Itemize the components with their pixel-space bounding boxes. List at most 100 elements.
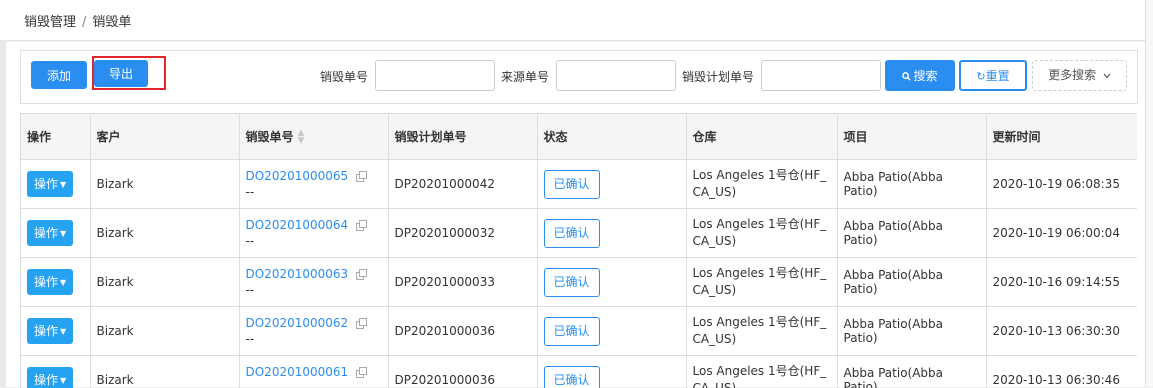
action-dropdown-button[interactable]: 操作▼	[27, 318, 73, 344]
table-row: 操作▼ Bizark DO20201000061-- DP20201000036…	[21, 356, 1137, 388]
cell-project: Abba Patio(Abba Patio)	[837, 258, 986, 307]
cell-project: Abba Patio(Abba Patio)	[837, 160, 986, 209]
table-header-row: 操作 客户 销毁单号▲▼ 销毁计划单号 状态 仓库 项目 更新时间	[21, 114, 1137, 160]
table-row: 操作▼ Bizark DO20201000065-- DP20201000042…	[21, 160, 1137, 209]
table-row: 操作▼ Bizark DO20201000062 -- DP20201000036…	[21, 307, 1137, 356]
cell-plan-no: DP20201000036	[388, 307, 537, 356]
add-button[interactable]: 添加	[31, 61, 87, 89]
data-table: 操作 客户 销毁单号▲▼ 销毁计划单号 状态 仓库 项目 更新时间 操作▼ Bi…	[20, 113, 1137, 388]
status-badge[interactable]: 已确认	[544, 317, 600, 346]
header-updated: 更新时间	[986, 114, 1137, 160]
cell-order-no: DO20201000064 --	[239, 209, 388, 258]
action-dropdown-button[interactable]: 操作▼	[27, 220, 73, 246]
cell-order-no: DO20201000065 --	[239, 160, 388, 209]
cell-action: 操作▼	[21, 258, 90, 307]
action-dropdown-button[interactable]: 操作▼	[27, 171, 73, 197]
cell-updated: 2020-10-13 06:30:46	[986, 356, 1137, 388]
action-dropdown-button[interactable]: 操作▼	[27, 367, 73, 388]
sort-icon[interactable]: ▲▼	[298, 129, 305, 145]
filter-source-no-label: 来源单号	[501, 68, 549, 85]
status-badge[interactable]: 已确认	[544, 219, 600, 248]
order-no-link[interactable]: DO20201000062	[246, 316, 349, 330]
more-search-button[interactable]: 更多搜索	[1032, 60, 1127, 91]
cell-updated: 2020-10-19 06:08:35	[986, 160, 1137, 209]
order-sub-text: --	[246, 185, 382, 199]
cell-plan-no: DP20201000036	[388, 356, 537, 388]
order-no-input[interactable]	[375, 60, 495, 91]
action-dropdown-button[interactable]: 操作▼	[27, 269, 73, 295]
cell-action: 操作▼	[21, 307, 90, 356]
breadcrumb-separator: /	[82, 15, 86, 30]
filter-order-no-label: 销毁单号	[320, 68, 368, 85]
main-panel: 添加 导出 销毁单号 来源单号 销毁计划单号 搜索 ↻重置 更多搜索 操作	[6, 42, 1145, 387]
source-no-input[interactable]	[556, 60, 676, 91]
cell-action: 操作▼	[21, 160, 90, 209]
table-row: 操作▼ Bizark DO20201000064-- DP20201000032…	[21, 209, 1137, 258]
breadcrumb: 销毁管理 / 销毁单	[24, 11, 131, 30]
table-row: 操作▼ Bizark DO20201000063 -- DP20201000033…	[21, 258, 1137, 307]
order-sub-text: --	[246, 283, 382, 297]
refresh-icon: ↻	[976, 70, 985, 83]
header-order-no-label: 销毁单号	[246, 130, 294, 144]
cell-status: 已确认	[537, 258, 686, 307]
cell-order-no: DO20201000061--	[239, 356, 388, 388]
cell-status: 已确认	[537, 209, 686, 258]
copy-icon[interactable]	[356, 221, 365, 230]
cell-customer: Bizark	[90, 258, 239, 307]
action-button-label: 操作	[34, 275, 58, 289]
header-order-no[interactable]: 销毁单号 ▲▼	[239, 114, 388, 160]
cell-warehouse: Los Angeles 1号仓(HF_CA_US)	[686, 209, 837, 258]
order-no-link[interactable]: DO20201000063	[246, 267, 349, 281]
plan-no-input[interactable]	[761, 60, 881, 91]
cell-warehouse: Los Angeles 1号仓(HF_CA_US)	[686, 258, 837, 307]
caret-down-icon: ▼	[60, 278, 66, 287]
header-plan-no: 销毁计划单号	[388, 114, 537, 160]
search-button[interactable]: 搜索	[885, 60, 955, 91]
cell-warehouse: Los Angeles 1号仓(HF_CA_US)	[686, 356, 837, 388]
cell-customer: Bizark	[90, 209, 239, 258]
export-button[interactable]: 导出	[94, 60, 148, 87]
cell-customer: Bizark	[90, 356, 239, 388]
order-sub-text: --	[246, 234, 382, 248]
order-sub-text: --	[246, 332, 382, 346]
cell-warehouse: Los Angeles 1号仓(HF_CA_US)	[686, 307, 837, 356]
status-badge[interactable]: 已确认	[544, 366, 600, 388]
vertical-scrollbar[interactable]	[1145, 0, 1153, 387]
header-action: 操作	[21, 114, 90, 160]
more-search-label: 更多搜索	[1048, 68, 1096, 82]
copy-icon[interactable]	[356, 368, 365, 377]
header-warehouse: 仓库	[686, 114, 837, 160]
cell-plan-no: DP20201000033	[388, 258, 537, 307]
action-button-label: 操作	[34, 324, 58, 338]
cell-updated: 2020-10-16 09:14:55	[986, 258, 1137, 307]
breadcrumb-current: 销毁单	[92, 15, 131, 30]
cell-order-no: DO20201000063 --	[239, 258, 388, 307]
status-badge[interactable]: 已确认	[544, 170, 600, 199]
reset-button[interactable]: ↻重置	[959, 60, 1027, 91]
order-no-link[interactable]: DO20201000061	[246, 365, 349, 379]
cell-customer: Bizark	[90, 307, 239, 356]
chevron-down-icon	[1103, 73, 1111, 79]
copy-icon[interactable]	[356, 172, 365, 181]
caret-down-icon: ▼	[60, 180, 66, 189]
cell-warehouse: Los Angeles 1号仓(HF_CA_US)	[686, 160, 837, 209]
cell-project: Abba Patio(Abba Patio)	[837, 356, 986, 388]
breadcrumb-parent[interactable]: 销毁管理	[24, 15, 76, 30]
action-button-label: 操作	[34, 226, 58, 240]
cell-project: Abba Patio(Abba Patio)	[837, 209, 986, 258]
cell-updated: 2020-10-13 06:30:30	[986, 307, 1137, 356]
cell-status: 已确认	[537, 356, 686, 388]
order-no-link[interactable]: DO20201000065	[246, 169, 349, 183]
filter-plan-no-label: 销毁计划单号	[682, 68, 754, 85]
status-badge[interactable]: 已确认	[544, 268, 600, 297]
copy-icon[interactable]	[356, 319, 365, 328]
reset-button-label: 重置	[986, 69, 1010, 83]
cell-status: 已确认	[537, 160, 686, 209]
cell-project: Abba Patio(Abba Patio)	[837, 307, 986, 356]
cell-order-no: DO20201000062 --	[239, 307, 388, 356]
order-no-link[interactable]: DO20201000064	[246, 218, 349, 232]
breadcrumb-bar: 销毁管理 / 销毁单	[0, 0, 1145, 41]
caret-down-icon: ▼	[60, 229, 66, 238]
copy-icon[interactable]	[356, 270, 365, 279]
header-status: 状态	[537, 114, 686, 160]
